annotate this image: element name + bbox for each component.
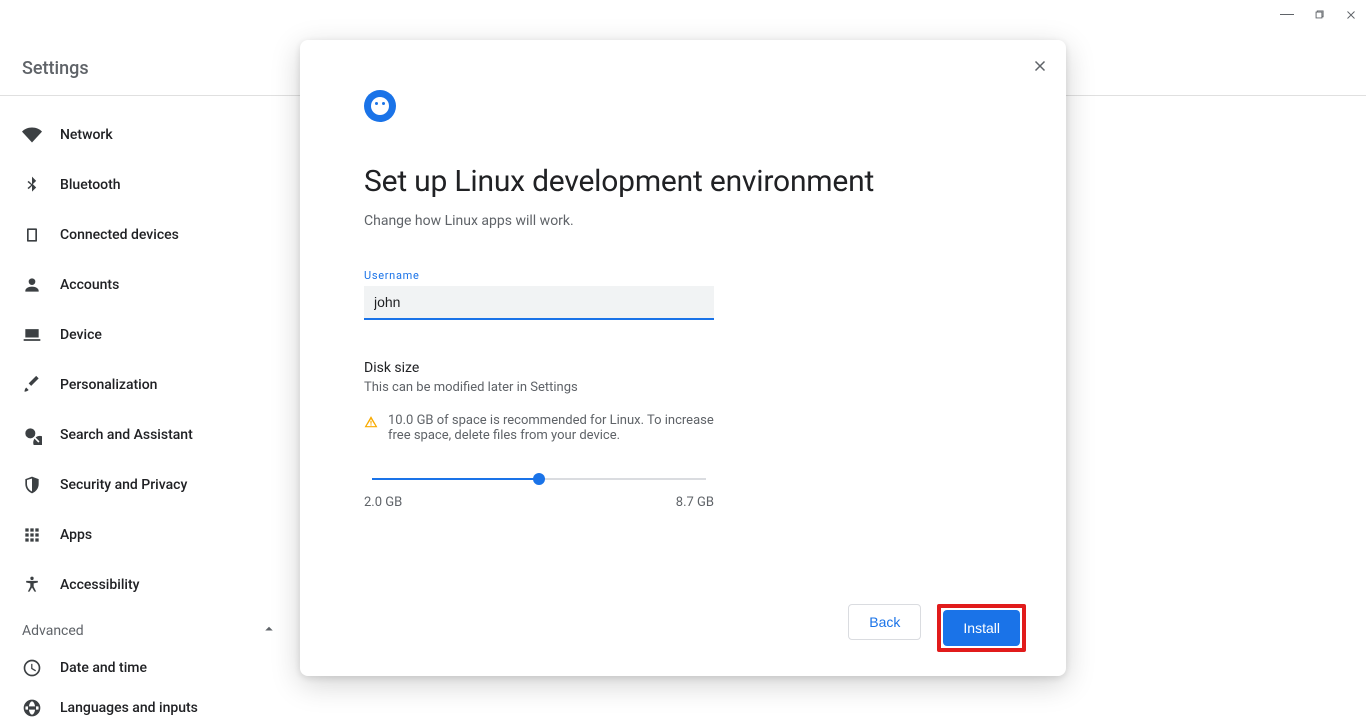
sidebar-group-advanced[interactable]: Advanced xyxy=(0,610,300,648)
dialog-subtitle: Change how Linux apps will work. xyxy=(364,213,1026,229)
page-title: Settings xyxy=(22,58,89,79)
sidebar-item-accessibility[interactable]: Accessibility xyxy=(0,560,300,610)
linux-setup-dialog: Set up Linux development environment Cha… xyxy=(300,40,1066,676)
account-icon xyxy=(22,275,42,295)
disk-warning-text: 10.0 GB of space is recommended for Linu… xyxy=(388,413,714,443)
sidebar-item-search[interactable]: Search and Assistant xyxy=(0,410,300,460)
accessibility-icon xyxy=(22,575,42,595)
sidebar-item-device[interactable]: Device xyxy=(0,310,300,360)
sidebar-group-label: Advanced xyxy=(22,623,84,639)
sidebar-item-label: Network xyxy=(60,127,113,143)
sidebar-item-label: Search and Assistant xyxy=(60,427,193,443)
slider-max-label: 8.7 GB xyxy=(676,495,714,510)
dialog-title: Set up Linux development environment xyxy=(364,164,1026,199)
disk-size-slider-wrap: 2.0 GB 8.7 GB xyxy=(364,471,714,510)
chevron-up-icon xyxy=(260,620,278,642)
brush-icon xyxy=(22,375,42,395)
username-label: Username xyxy=(364,269,714,282)
sidebar-item-label: Personalization xyxy=(60,377,157,393)
sidebar-item-label: Bluetooth xyxy=(60,177,121,193)
sidebar-item-label: Languages and inputs xyxy=(60,700,198,716)
disk-size-heading: Disk size xyxy=(364,360,1026,376)
sidebar-item-apps[interactable]: Apps xyxy=(0,510,300,560)
sidebar-item-label: Accessibility xyxy=(60,577,139,593)
disk-size-sub: This can be modified later in Settings xyxy=(364,380,1026,395)
sidebar-item-network[interactable]: Network xyxy=(0,110,300,160)
sidebar-item-accounts[interactable]: Accounts xyxy=(0,260,300,310)
maximize-button[interactable] xyxy=(1312,8,1326,26)
window-controls xyxy=(1280,8,1358,26)
sidebar-item-security[interactable]: Security and Privacy xyxy=(0,460,300,510)
sidebar-item-label: Connected devices xyxy=(60,227,179,243)
sidebar: Network Bluetooth Connected devices Acco… xyxy=(0,96,300,723)
clock-icon xyxy=(22,658,42,678)
sidebar-item-label: Date and time xyxy=(60,660,147,676)
sidebar-item-bluetooth[interactable]: Bluetooth xyxy=(0,160,300,210)
sidebar-item-connected-devices[interactable]: Connected devices xyxy=(0,210,300,260)
apps-icon xyxy=(22,525,42,545)
install-highlight: Install xyxy=(937,604,1026,652)
username-input[interactable] xyxy=(364,286,714,320)
dialog-close-button[interactable] xyxy=(1026,52,1054,80)
search-icon xyxy=(22,425,42,445)
sidebar-item-label: Device xyxy=(60,327,102,343)
sidebar-item-languages[interactable]: Languages and inputs xyxy=(0,688,300,723)
sidebar-item-label: Accounts xyxy=(60,277,119,293)
sidebar-item-date-time[interactable]: Date and time xyxy=(0,648,300,688)
devices-icon xyxy=(22,225,42,245)
username-field: Username xyxy=(364,269,714,320)
install-button[interactable]: Install xyxy=(943,610,1020,646)
wifi-icon xyxy=(22,125,42,145)
sidebar-item-label: Apps xyxy=(60,527,92,543)
sidebar-item-personalization[interactable]: Personalization xyxy=(0,360,300,410)
bluetooth-icon xyxy=(22,175,42,195)
sidebar-item-label: Security and Privacy xyxy=(60,477,187,493)
minimize-button[interactable] xyxy=(1280,14,1294,15)
warning-icon xyxy=(364,415,378,429)
shield-icon xyxy=(22,475,42,495)
disk-warning: 10.0 GB of space is recommended for Linu… xyxy=(364,413,714,443)
window-close-button[interactable] xyxy=(1344,8,1358,26)
slider-min-label: 2.0 GB xyxy=(364,495,402,510)
disk-size-slider[interactable] xyxy=(372,471,706,487)
laptop-icon xyxy=(22,325,42,345)
linux-icon xyxy=(364,90,396,122)
back-button[interactable]: Back xyxy=(848,604,921,640)
globe-icon xyxy=(22,698,42,718)
